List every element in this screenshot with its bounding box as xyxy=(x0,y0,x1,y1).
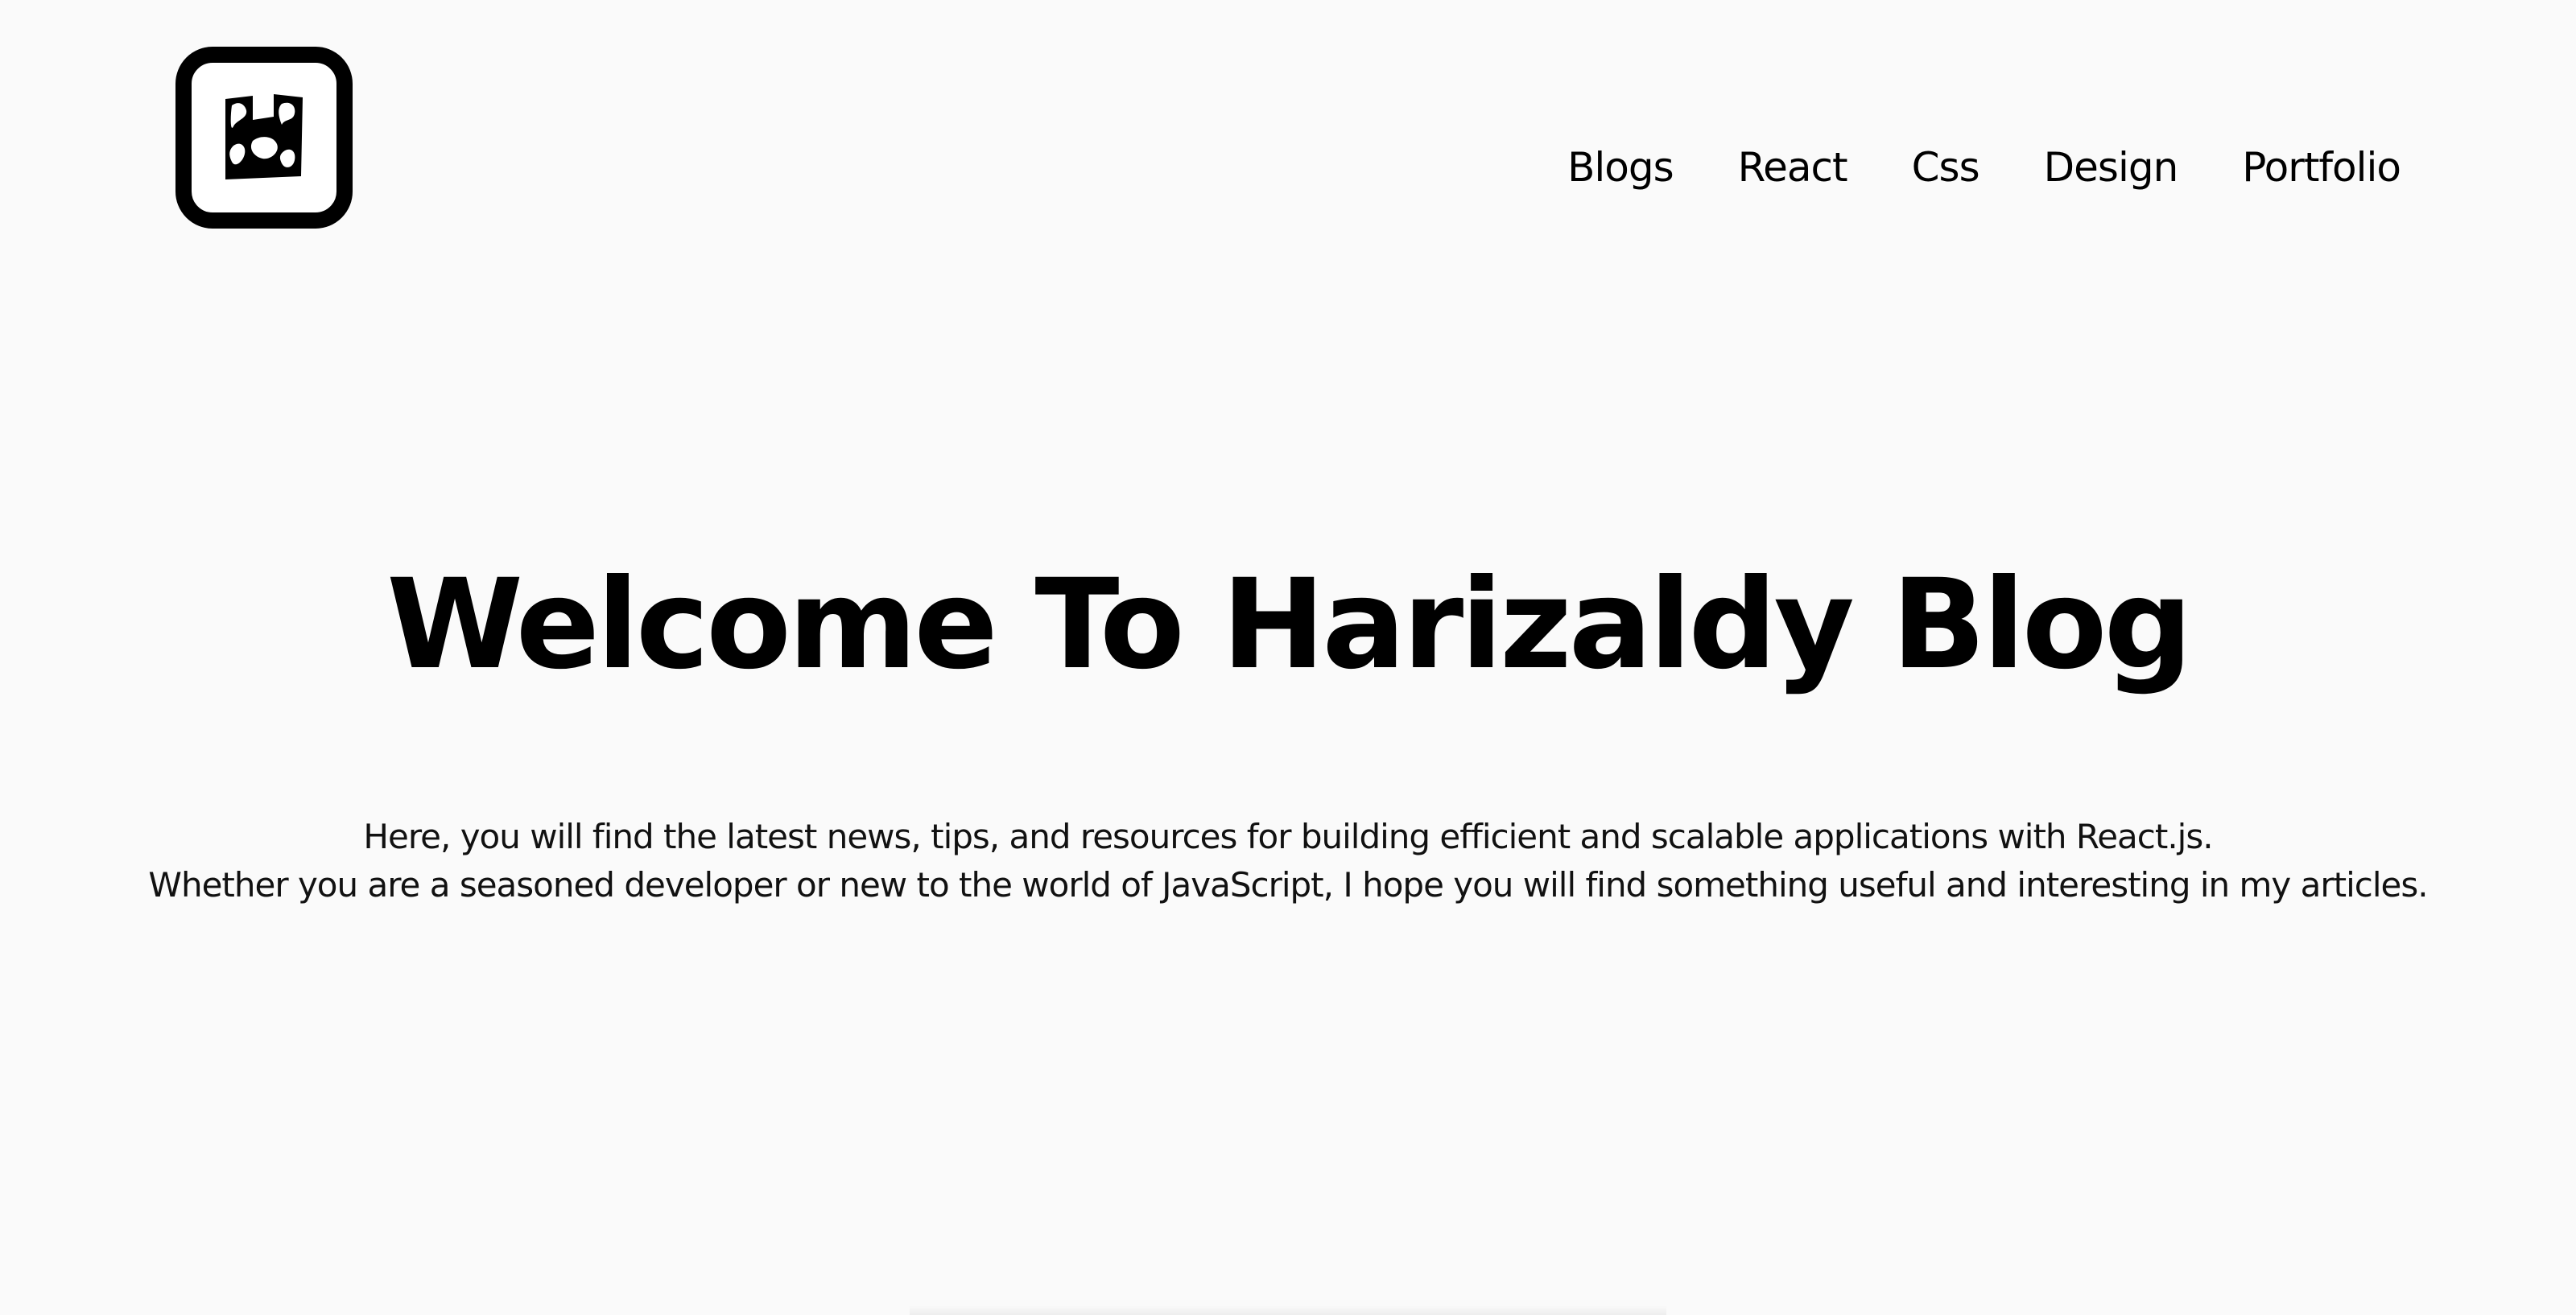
nav-item-blogs[interactable]: Blogs xyxy=(1567,147,1674,188)
nav-item-portfolio[interactable]: Portfolio xyxy=(2242,147,2401,188)
hero-description-line-2: Whether you are a seasoned developer or … xyxy=(148,865,2428,905)
nav-item-design[interactable]: Design xyxy=(2044,147,2179,188)
content-card-shadow xyxy=(910,1305,1666,1315)
page: Blogs React Css Design Portfolio Welcome… xyxy=(0,0,2576,1315)
hero-title: Welcome To Harizaldy Blog xyxy=(386,553,2193,697)
hero-description-line-1: Here, you will find the latest news, tip… xyxy=(363,817,2213,856)
harizaldy-logo-icon xyxy=(225,94,303,179)
main-nav: Blogs React Css Design Portfolio xyxy=(1567,147,2401,188)
nav-item-react[interactable]: React xyxy=(1738,147,1848,188)
nav-item-css[interactable]: Css xyxy=(1912,147,1980,188)
site-logo[interactable] xyxy=(175,47,353,229)
hero-description: Here, you will find the latest news, tip… xyxy=(0,813,2576,909)
